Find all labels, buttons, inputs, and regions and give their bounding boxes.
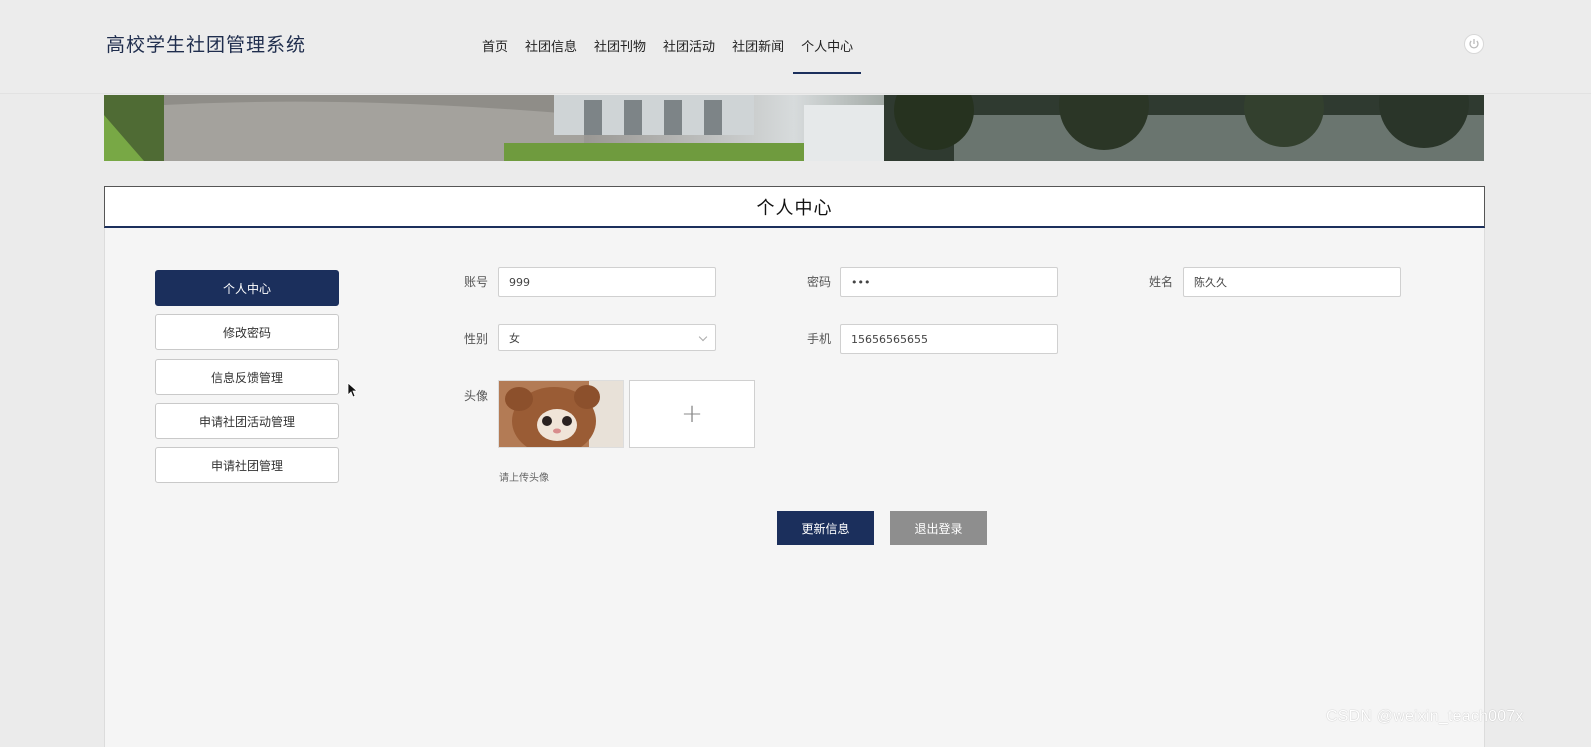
banner-image [104, 95, 1484, 161]
nav-personal-center[interactable]: 个人中心 [793, 0, 862, 74]
nav-club-news[interactable]: 社团新闻 [732, 0, 784, 74]
sidebar-item-activity-application[interactable]: 申请社团活动管理 [155, 403, 339, 439]
sidebar-item-club-application[interactable]: 申请社团管理 [155, 447, 339, 483]
phone-field[interactable]: 15656565655 [840, 324, 1058, 354]
system-title: 高校学生社团管理系统 [106, 34, 307, 56]
name-value: 陈久久 [1194, 276, 1227, 289]
password-field[interactable]: ••• [840, 267, 1058, 297]
password-value: ••• [851, 275, 871, 289]
sidebar-item-change-password[interactable]: 修改密码 [155, 314, 339, 350]
campus-photo [104, 95, 1484, 161]
nav-club-info[interactable]: 社团信息 [525, 0, 577, 74]
name-field[interactable]: 陈久久 [1183, 267, 1401, 297]
power-symbol [1469, 39, 1479, 49]
logout-button[interactable]: 退出登录 [890, 511, 987, 545]
account-label: 账号 [464, 275, 489, 289]
avatar-upload-hint: 请上传头像 [499, 473, 549, 484]
mouse-cursor-icon [347, 382, 359, 402]
power-icon[interactable] [1464, 34, 1484, 54]
watermark: CSDN @weixin_teach007x [1326, 708, 1524, 725]
phone-label: 手机 [807, 332, 832, 346]
avatar-image[interactable] [498, 380, 624, 448]
avatar-picture [499, 381, 623, 447]
gender-value: 女 [509, 331, 520, 345]
nav-home[interactable]: 首页 [482, 0, 508, 74]
phone-value: 15656565655 [851, 332, 928, 346]
sidebar-item-personal-center[interactable]: 个人中心 [155, 270, 339, 306]
gender-label: 性别 [464, 332, 489, 346]
account-value: 999 [509, 275, 530, 289]
nav-club-activities[interactable]: 社团活动 [663, 0, 715, 74]
plus-icon: + [681, 399, 703, 429]
top-navigation-bar: 高校学生社团管理系统 首页 社团信息 社团刊物 社团活动 社团新闻 个人中心 [0, 0, 1591, 94]
update-info-button[interactable]: 更新信息 [777, 511, 874, 545]
nav-club-publications[interactable]: 社团刊物 [594, 0, 646, 74]
sidebar-item-feedback-management[interactable]: 信息反馈管理 [155, 359, 339, 395]
gender-select[interactable]: 女 [498, 324, 716, 351]
avatar-label: 头像 [464, 389, 489, 403]
cursor-arrow [347, 382, 359, 398]
name-label: 姓名 [1149, 275, 1174, 289]
account-field[interactable]: 999 [498, 267, 716, 297]
avatar-upload-button[interactable]: + [629, 380, 755, 448]
chevron-down-icon [698, 332, 708, 342]
main-nav: 首页 社团信息 社团刊物 社团活动 社团新闻 个人中心 [482, 0, 870, 94]
page-title: 个人中心 [104, 186, 1485, 228]
password-label: 密码 [807, 275, 832, 289]
